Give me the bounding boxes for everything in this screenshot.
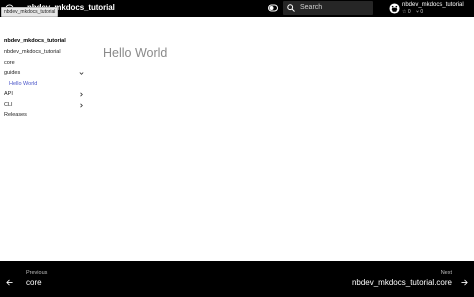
sidebar-item-releases[interactable]: Releases [4,111,86,120]
forks-count: ⑂ 0 [416,9,424,15]
sidebar-item-home[interactable]: nbdev_mkdocs_tutorial [4,48,86,57]
search-icon [287,4,295,12]
next-title: nbdev_mkdocs_tutorial.core [351,278,452,287]
sidebar-item-label: CLI [4,101,13,108]
repo-stats: ☆ 0 ⑂ 0 [402,9,427,15]
sidebar-item-guides[interactable]: guides [4,69,86,78]
sidebar-item-label: Hello World [9,80,38,87]
arrow-right-icon [461,279,468,286]
sidebar-item-label: core [4,59,15,66]
previous-title: core [26,278,42,287]
next-page-link[interactable]: Next nbdev_mkdocs_tutorial.core [338,270,468,290]
sidebar-item-label: nbdev_mkdocs_tutorial [4,49,61,55]
stars-count: ☆ 0 [402,9,411,15]
previous-page-link[interactable]: Previous core [6,270,86,290]
sidebar-item-api[interactable]: API [4,90,86,99]
github-icon [389,3,400,14]
next-label: Next [440,270,452,276]
sidebar-item-core[interactable]: core [4,59,86,68]
footer-nav: Previous core Next nbdev_mkdocs_tutorial… [0,261,474,297]
chevron-right-icon[interactable] [79,92,84,97]
repo-name: nbdev_mkdocs_tutorial [402,2,464,8]
chevron-down-icon[interactable] [79,71,84,76]
search-input[interactable]: Search [283,1,373,15]
arrow-left-icon [6,279,13,286]
search-placeholder: Search [300,4,323,11]
sidebar-item-label: Releases [4,112,27,118]
page-title: Hello World [103,46,168,61]
sidebar-item-label: API [4,91,13,97]
nav-title: nbdev_mkdocs_tutorial [4,38,66,44]
sidebar-item-cli[interactable]: CLI [4,101,86,110]
chevron-right-icon[interactable] [79,103,84,108]
previous-label: Previous [26,270,48,276]
sidebar-item-label: guides [4,70,21,76]
title-tooltip: nbdev_mkdocs_tutorial [1,7,59,17]
header-bar: nbdev_mkdocs_tutorial nbdev_mkdocs_tutor… [0,0,474,17]
toggle-icon[interactable] [268,4,278,12]
sidebar-item-hello-world[interactable]: Hello World [9,80,91,89]
